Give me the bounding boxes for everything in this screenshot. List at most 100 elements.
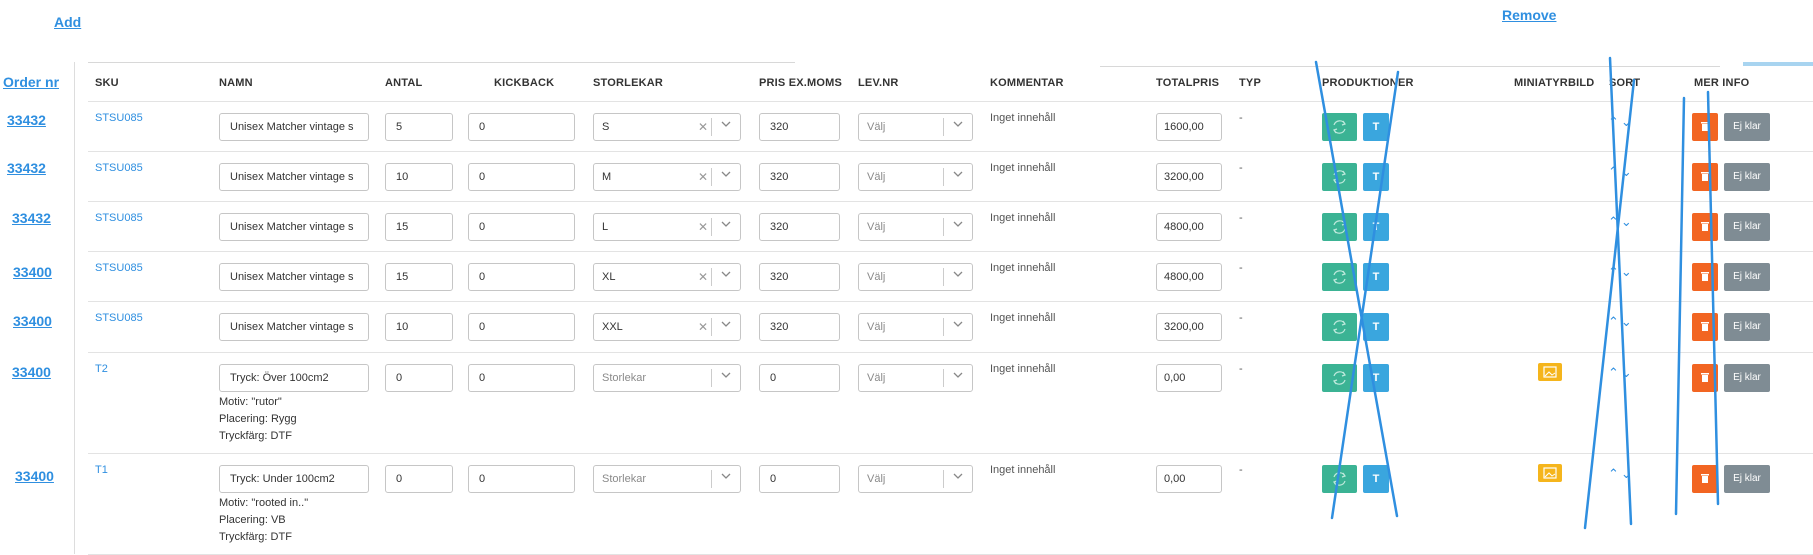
levnr-select[interactable]: Välj	[858, 163, 973, 191]
kickback-input[interactable]: 0	[468, 465, 575, 493]
storlek-select[interactable]: Storlekar	[593, 364, 741, 392]
status-button[interactable]: Ej klar	[1724, 163, 1770, 191]
sku-link[interactable]: STSU085	[95, 262, 143, 274]
levnr-select[interactable]: Välj	[858, 465, 973, 493]
chevron-up-icon[interactable]: ⌃	[1608, 114, 1621, 129]
clear-icon[interactable]: ✕	[698, 170, 708, 184]
header-kickback[interactable]: KICKBACK	[494, 77, 554, 89]
chevron-up-icon[interactable]: ⌃	[1608, 466, 1621, 481]
status-button[interactable]: Ej klar	[1724, 313, 1770, 341]
sku-link[interactable]: STSU085	[95, 312, 143, 324]
antal-input[interactable]: 10	[385, 163, 453, 191]
storlek-select[interactable]: XL ✕	[593, 263, 741, 291]
delete-button[interactable]	[1692, 263, 1718, 291]
production-sync-button[interactable]	[1322, 313, 1357, 341]
storlek-select[interactable]: S ✕	[593, 113, 741, 141]
kickback-input[interactable]: 0	[468, 313, 575, 341]
sort-arrows[interactable]: ⌃⌄	[1608, 466, 1634, 482]
sort-arrows[interactable]: ⌃⌄	[1608, 114, 1634, 130]
sku-link[interactable]: STSU085	[95, 112, 143, 124]
delete-button[interactable]	[1692, 113, 1718, 141]
sort-arrows[interactable]: ⌃⌄	[1608, 264, 1634, 280]
kickback-input[interactable]: 0	[468, 213, 575, 241]
levnr-select[interactable]: Välj	[858, 213, 973, 241]
status-button[interactable]: Ej klar	[1724, 213, 1770, 241]
antal-input[interactable]: 15	[385, 263, 453, 291]
chevron-down-icon[interactable]: ⌄	[1621, 214, 1634, 229]
sort-arrows[interactable]: ⌃⌄	[1608, 214, 1634, 230]
storlek-select[interactable]: XXL ✕	[593, 313, 741, 341]
pris-input[interactable]: 320	[759, 263, 840, 291]
namn-input[interactable]: Tryck: Under 100cm2	[219, 465, 369, 493]
header-produktioner[interactable]: PRODUKTIONER	[1322, 77, 1414, 89]
storlek-select[interactable]: Storlekar	[593, 465, 741, 493]
header-namn[interactable]: NAMN	[219, 77, 253, 89]
t-button[interactable]: T	[1363, 163, 1389, 191]
t-button[interactable]: T	[1363, 313, 1389, 341]
production-sync-button[interactable]	[1322, 163, 1357, 191]
status-button[interactable]: Ej klar	[1724, 263, 1770, 291]
production-sync-button[interactable]	[1322, 213, 1357, 241]
namn-input[interactable]: Unisex Matcher vintage s	[219, 263, 369, 291]
header-levnr[interactable]: LEV.NR	[858, 77, 899, 89]
totalpris-input[interactable]: 4800,00	[1156, 263, 1222, 291]
pris-input[interactable]: 320	[759, 163, 840, 191]
chevron-up-icon[interactable]: ⌃	[1608, 164, 1621, 179]
namn-input[interactable]: Unisex Matcher vintage s	[219, 213, 369, 241]
t-button[interactable]: T	[1363, 213, 1389, 241]
image-icon[interactable]	[1538, 363, 1562, 381]
storlek-select[interactable]: L ✕	[593, 213, 741, 241]
kickback-input[interactable]: 0	[468, 163, 575, 191]
delete-button[interactable]	[1692, 163, 1718, 191]
levnr-select[interactable]: Välj	[858, 364, 973, 392]
pris-input[interactable]: 320	[759, 313, 840, 341]
header-pris[interactable]: PRIS EX.MOMS	[759, 77, 842, 89]
sort-arrows[interactable]: ⌃⌄	[1608, 164, 1634, 180]
sku-link[interactable]: STSU085	[95, 162, 143, 174]
kickback-input[interactable]: 0	[468, 113, 575, 141]
antal-input[interactable]: 15	[385, 213, 453, 241]
pris-input[interactable]: 320	[759, 113, 840, 141]
production-sync-button[interactable]	[1322, 263, 1357, 291]
totalpris-input[interactable]: 4800,00	[1156, 213, 1222, 241]
chevron-down-icon[interactable]: ⌄	[1621, 365, 1634, 380]
kickback-input[interactable]: 0	[468, 364, 575, 392]
totalpris-input[interactable]: 0,00	[1156, 465, 1222, 493]
chevron-up-icon[interactable]: ⌃	[1608, 214, 1621, 229]
antal-input[interactable]: 0	[385, 364, 453, 392]
clear-icon[interactable]: ✕	[698, 320, 708, 334]
header-antal[interactable]: ANTAL	[385, 77, 422, 89]
chevron-down-icon[interactable]: ⌄	[1621, 114, 1634, 129]
header-sku[interactable]: SKU	[95, 77, 119, 89]
sku-link[interactable]: T2	[95, 363, 108, 375]
status-button[interactable]: Ej klar	[1724, 113, 1770, 141]
antal-input[interactable]: 5	[385, 113, 453, 141]
production-sync-button[interactable]	[1322, 465, 1357, 493]
chevron-up-icon[interactable]: ⌃	[1608, 314, 1621, 329]
namn-input[interactable]: Unisex Matcher vintage s	[219, 163, 369, 191]
clear-icon[interactable]: ✕	[698, 220, 708, 234]
sku-link[interactable]: STSU085	[95, 212, 143, 224]
t-button[interactable]: T	[1363, 113, 1389, 141]
sort-arrows[interactable]: ⌃⌄	[1608, 314, 1634, 330]
totalpris-input[interactable]: 0,00	[1156, 364, 1222, 392]
clear-icon[interactable]: ✕	[698, 270, 708, 284]
t-button[interactable]: T	[1363, 364, 1389, 392]
pris-input[interactable]: 320	[759, 213, 840, 241]
storlek-select[interactable]: M ✕	[593, 163, 741, 191]
chevron-down-icon[interactable]: ⌄	[1621, 264, 1634, 279]
levnr-select[interactable]: Välj	[858, 263, 973, 291]
totalpris-input[interactable]: 3200,00	[1156, 163, 1222, 191]
levnr-select[interactable]: Välj	[858, 313, 973, 341]
t-button[interactable]: T	[1363, 465, 1389, 493]
delete-button[interactable]	[1692, 364, 1718, 392]
chevron-down-icon[interactable]: ⌄	[1621, 314, 1634, 329]
production-sync-button[interactable]	[1322, 113, 1357, 141]
sku-link[interactable]: T1	[95, 464, 108, 476]
chevron-up-icon[interactable]: ⌃	[1608, 264, 1621, 279]
clear-icon[interactable]: ✕	[698, 120, 708, 134]
production-sync-button[interactable]	[1322, 364, 1357, 392]
status-button[interactable]: Ej klar	[1724, 465, 1770, 493]
totalpris-input[interactable]: 1600,00	[1156, 113, 1222, 141]
delete-button[interactable]	[1692, 213, 1718, 241]
